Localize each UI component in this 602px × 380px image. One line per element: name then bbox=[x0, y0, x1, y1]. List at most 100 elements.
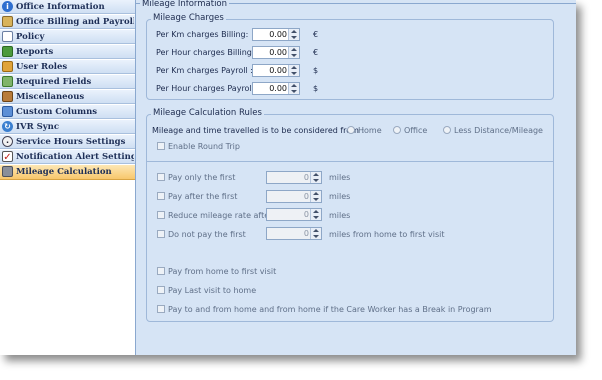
spin-value: 0 bbox=[303, 229, 309, 238]
sidebar-item-label: Reports bbox=[16, 47, 54, 57]
pay-only-first-checkbox[interactable] bbox=[157, 173, 165, 181]
pay-to-from-home-break-checkbox[interactable] bbox=[157, 305, 165, 313]
sidebar-item-custom-columns[interactable]: Custom Columns bbox=[0, 105, 135, 119]
pay-home-first-visit-checkbox[interactable] bbox=[157, 267, 165, 275]
ivr-sync-icon: ↻ bbox=[2, 121, 13, 132]
pay-only-first-unit: miles bbox=[329, 173, 351, 182]
pay-to-from-home-break-label[interactable]: Pay to and from home and from home if th… bbox=[168, 304, 492, 315]
sidebar-item-reports[interactable]: Reports bbox=[0, 45, 135, 59]
spin-up-icon[interactable] bbox=[291, 66, 297, 69]
sidebar-item-label: Mileage Calculation bbox=[16, 167, 112, 177]
pay-only-first-label[interactable]: Pay only the first bbox=[168, 172, 235, 183]
office-radio[interactable] bbox=[393, 126, 401, 134]
spin-down-icon[interactable] bbox=[291, 36, 297, 39]
sidebar-item-office-information[interactable]: i Office Information bbox=[0, 0, 135, 14]
pay-after-first-input[interactable]: 0 bbox=[266, 190, 322, 203]
reduce-rate-unit: miles bbox=[329, 211, 351, 220]
sidebar-item-ivr-sync[interactable]: ↻ IVR Sync bbox=[0, 120, 135, 134]
spin-value: 0.00 bbox=[269, 48, 287, 57]
spin-up-icon[interactable] bbox=[291, 84, 297, 87]
home-radio[interactable] bbox=[347, 126, 355, 134]
per-km-payroll-label: Per Km charges Payroll : bbox=[156, 66, 253, 75]
sidebar-item-label: Service Hours Settings bbox=[16, 137, 126, 147]
rules-separator bbox=[147, 161, 553, 162]
pay-only-first-input[interactable]: 0 bbox=[266, 171, 322, 184]
per-hour-payroll-label: Per Hour charges Payroll : bbox=[156, 84, 260, 93]
pay-last-visit-home-checkbox[interactable] bbox=[157, 286, 165, 294]
pay-after-first-label[interactable]: Pay after the first bbox=[168, 191, 237, 202]
sidebar-item-user-roles[interactable]: User Roles bbox=[0, 60, 135, 74]
reduce-rate-input[interactable]: 0 bbox=[266, 208, 322, 221]
less-distance-radio[interactable] bbox=[443, 126, 451, 134]
per-hour-payroll-unit: $ bbox=[313, 84, 319, 93]
spin-arrows[interactable] bbox=[288, 65, 299, 76]
reduce-rate-label[interactable]: Reduce mileage rate after bbox=[168, 210, 272, 221]
spin-up-icon[interactable] bbox=[291, 48, 297, 51]
sidebar-item-required-fields[interactable]: Required Fields bbox=[0, 75, 135, 89]
office-radio-label[interactable]: Office bbox=[404, 125, 427, 136]
do-not-pay-first-checkbox[interactable] bbox=[157, 230, 165, 238]
pay-after-first-checkbox[interactable] bbox=[157, 192, 165, 200]
clock-icon: · bbox=[2, 136, 13, 147]
mileage-panel: Mileage Information Mileage Charges Per … bbox=[136, 0, 576, 355]
section-title: Mileage Information bbox=[140, 0, 230, 9]
spin-arrows[interactable] bbox=[310, 228, 321, 239]
sidebar-item-notification-alert[interactable]: ✓ Notification Alert Settings bbox=[0, 150, 135, 164]
less-distance-radio-label[interactable]: Less Distance/Mileage bbox=[454, 125, 543, 136]
per-km-payroll-unit: $ bbox=[313, 66, 319, 75]
spin-arrows[interactable] bbox=[310, 209, 321, 220]
round-trip-checkbox[interactable] bbox=[157, 142, 165, 150]
spin-value: 0 bbox=[303, 210, 309, 219]
sidebar-item-label: Miscellaneous bbox=[16, 92, 85, 102]
billing-icon bbox=[2, 16, 13, 27]
spin-arrows[interactable] bbox=[310, 191, 321, 202]
round-trip-label[interactable]: Enable Round Trip bbox=[168, 141, 240, 152]
per-km-billing-unit: € bbox=[313, 30, 319, 39]
spin-down-icon[interactable] bbox=[313, 235, 319, 238]
per-km-billing-input[interactable]: 0.00 bbox=[252, 28, 300, 41]
pay-home-first-visit-label[interactable]: Pay from home to first visit bbox=[168, 266, 276, 277]
spin-down-icon[interactable] bbox=[313, 216, 319, 219]
spin-value: 0.00 bbox=[269, 84, 287, 93]
spin-value: 0.00 bbox=[269, 66, 287, 75]
spin-down-icon[interactable] bbox=[313, 198, 319, 201]
sidebar-item-service-hours[interactable]: · Service Hours Settings bbox=[0, 135, 135, 149]
settings-sidebar: i Office Information Office Billing and … bbox=[0, 0, 136, 355]
spin-arrows[interactable] bbox=[288, 47, 299, 58]
policy-icon bbox=[2, 31, 13, 42]
spin-down-icon[interactable] bbox=[291, 54, 297, 57]
per-km-payroll-input[interactable]: 0.00 bbox=[252, 64, 300, 77]
custom-columns-icon bbox=[2, 106, 13, 117]
per-hour-billing-input[interactable]: 0.00 bbox=[252, 46, 300, 59]
per-km-billing-label: Per Km charges Billing: bbox=[156, 30, 249, 39]
info-icon: i bbox=[2, 1, 13, 12]
spin-up-icon[interactable] bbox=[291, 30, 297, 33]
spin-arrows[interactable] bbox=[310, 172, 321, 183]
spin-down-icon[interactable] bbox=[291, 90, 297, 93]
spin-down-icon[interactable] bbox=[313, 179, 319, 182]
spin-arrows[interactable] bbox=[288, 83, 299, 94]
required-fields-icon bbox=[2, 76, 13, 87]
sidebar-item-policy[interactable]: Policy bbox=[0, 30, 135, 44]
spin-up-icon[interactable] bbox=[313, 192, 319, 195]
sidebar-item-office-billing[interactable]: Office Billing and Payroll Pol... bbox=[0, 15, 135, 29]
spin-up-icon[interactable] bbox=[313, 210, 319, 213]
spin-up-icon[interactable] bbox=[313, 229, 319, 232]
spin-arrows[interactable] bbox=[288, 29, 299, 40]
sidebar-item-miscellaneous[interactable]: Miscellaneous bbox=[0, 90, 135, 104]
home-radio-label[interactable]: Home bbox=[358, 125, 382, 136]
spin-up-icon[interactable] bbox=[313, 173, 319, 176]
sidebar-item-label: Custom Columns bbox=[16, 107, 98, 117]
per-hour-payroll-input[interactable]: 0.00 bbox=[252, 82, 300, 95]
sidebar-item-mileage-calculation[interactable]: Mileage Calculation bbox=[0, 165, 135, 180]
sidebar-item-label: IVR Sync bbox=[16, 122, 60, 132]
pay-last-visit-home-label[interactable]: Pay Last visit to home bbox=[168, 285, 256, 296]
spin-value: 0 bbox=[303, 192, 309, 201]
spin-down-icon[interactable] bbox=[291, 72, 297, 75]
reduce-rate-checkbox[interactable] bbox=[157, 211, 165, 219]
do-not-pay-first-unit: miles from home to first visit bbox=[329, 230, 445, 239]
mileage-icon bbox=[2, 166, 13, 177]
do-not-pay-first-input[interactable]: 0 bbox=[266, 227, 322, 240]
do-not-pay-first-label[interactable]: Do not pay the first bbox=[168, 229, 246, 240]
sidebar-item-label: Required Fields bbox=[16, 77, 92, 87]
